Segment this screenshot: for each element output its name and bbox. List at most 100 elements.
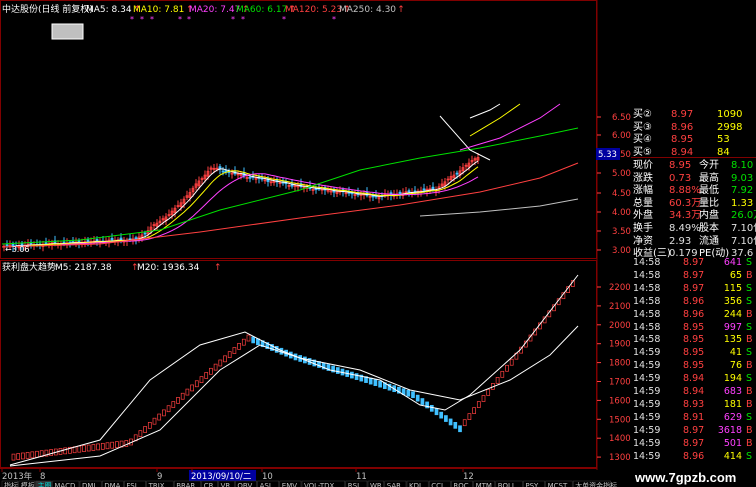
indicator-tab[interactable]: MTM bbox=[473, 480, 496, 487]
indicator-tab-label: SAR bbox=[387, 482, 401, 487]
star-marker: * bbox=[130, 15, 134, 24]
price-axis-label: 5.00 bbox=[612, 169, 631, 179]
indicator-tab[interactable]: VR bbox=[218, 480, 235, 487]
tick-volume: 997 bbox=[723, 321, 742, 333]
indicator-tab-label: DMA bbox=[104, 482, 120, 487]
indicator-tab[interactable]: OBV bbox=[235, 480, 257, 487]
indicator-tab[interactable]: FSL bbox=[124, 480, 146, 487]
sub-bar bbox=[162, 409, 166, 417]
indicator-tab[interactable]: MACD bbox=[52, 480, 80, 487]
toggle-button[interactable] bbox=[51, 23, 84, 40]
indicator-tab[interactable]: VOL-TDX bbox=[301, 480, 346, 487]
sub-bar bbox=[82, 445, 86, 452]
indicator-tab[interactable]: DMI bbox=[79, 480, 102, 487]
svg-text:↑: ↑ bbox=[214, 263, 222, 273]
tick-volume: 414 bbox=[723, 450, 742, 462]
indicator-tab[interactable]: CR bbox=[201, 480, 218, 487]
indicator-tab-label: OBV bbox=[237, 482, 252, 487]
tick-side: S bbox=[746, 373, 753, 385]
sub-axis-label: 1600 bbox=[609, 396, 631, 406]
indicator-tab[interactable]: PSY bbox=[523, 480, 545, 487]
sub-axis-label: 2000 bbox=[609, 321, 631, 331]
tick-price: 8.97 bbox=[683, 282, 705, 294]
tick-side: B bbox=[746, 269, 753, 281]
sub-bar bbox=[232, 347, 237, 354]
indicator-tab-label: BRAR bbox=[176, 482, 195, 487]
tick-side: S bbox=[746, 321, 753, 333]
indicator-tab[interactable]: CCI bbox=[428, 480, 451, 487]
tick-time: 14:59 bbox=[633, 411, 661, 423]
order-book-row: 买② 8.97 1090 bbox=[631, 108, 756, 121]
sub-bar bbox=[429, 404, 434, 412]
indicator-tab[interactable]: ROC bbox=[451, 480, 473, 487]
indicator-tab[interactable]: ASI bbox=[257, 480, 280, 487]
tick-price: 8.96 bbox=[683, 295, 705, 307]
stock-name: 中达股份(日线 前复权) bbox=[2, 3, 93, 15]
sub-bar bbox=[204, 372, 209, 379]
tick-price: 8.95 bbox=[683, 360, 705, 372]
x-axis-label: 9 bbox=[157, 472, 162, 482]
tick-time: 14:59 bbox=[633, 398, 661, 410]
indicator-tab-label: MACD bbox=[54, 482, 75, 487]
indicator-tab[interactable]: MCST bbox=[545, 480, 573, 487]
indicator-tab[interactable]: EMV bbox=[279, 480, 302, 487]
indicator-tab-label: 模板 bbox=[21, 481, 35, 487]
ma-legend-item: MA250: 4.30 bbox=[339, 5, 396, 15]
indicator-tab-label: 主图 bbox=[38, 481, 52, 487]
x-axis-selected-date: 2013/09/10/二 bbox=[191, 472, 252, 482]
indicator-tab[interactable]: KDJ bbox=[406, 480, 429, 487]
tick-price: 8.95 bbox=[683, 334, 705, 346]
sub-bar bbox=[378, 380, 382, 388]
stat-row: 外盘 34.3万内盘 26.0万 bbox=[631, 209, 756, 222]
stat-label: 外盘 bbox=[633, 210, 653, 222]
indicator-tab[interactable]: TRIX bbox=[146, 480, 174, 487]
tick-row: 14:58 8.97 115 S bbox=[631, 283, 756, 295]
sub-bar bbox=[30, 451, 35, 459]
sub-chart-lines bbox=[9, 274, 579, 467]
tick-side: B bbox=[746, 308, 753, 320]
tick-volume: 244 bbox=[723, 308, 742, 320]
indicator-tab[interactable]: SAR bbox=[384, 480, 407, 487]
ma-legend-item: MA10: 7.81 bbox=[133, 5, 184, 15]
sub-axis-label: 1500 bbox=[609, 415, 631, 425]
sub-axis-label: 2100 bbox=[609, 302, 631, 312]
sub-bar bbox=[453, 421, 458, 429]
price-axis-label: 3.50 bbox=[612, 227, 631, 237]
tick-row: 14:58 8.95 135 B bbox=[631, 334, 756, 346]
price-axis-label: 6.00 bbox=[612, 131, 631, 141]
tick-volume: 76 bbox=[729, 360, 742, 372]
tick-volume: 356 bbox=[723, 295, 742, 307]
indicator-tab-label: FSL bbox=[126, 482, 138, 487]
price-axis-label: 3.00 bbox=[612, 246, 631, 256]
tick-volume: 3618 bbox=[717, 424, 742, 436]
sub-chart-m20: M20: 1936.34 bbox=[137, 263, 200, 273]
sub-bar bbox=[166, 405, 171, 413]
indicator-tab[interactable]: WR bbox=[367, 480, 385, 487]
indicator-tab[interactable]: 主图 bbox=[35, 480, 52, 487]
indicator-tab-label: RSI bbox=[348, 482, 359, 487]
tick-side: S bbox=[746, 347, 753, 359]
ma-legend: MA5: 8.34 ↑MA10: 7.81 ↑MA20: 7.47 ↑MA60: 6.… bbox=[86, 5, 405, 15]
indicator-tab[interactable]: 模板 bbox=[18, 480, 35, 487]
sub-chart-m5: M5: 2187.38 bbox=[55, 263, 112, 273]
tick-row: 14:59 8.97 3618 B bbox=[631, 425, 756, 437]
candle-body bbox=[248, 176, 252, 179]
tick-volume: 641 bbox=[723, 257, 742, 268]
tick-volume: 181 bbox=[723, 398, 742, 410]
indicator-tab[interactable]: RSI bbox=[345, 480, 368, 487]
stat-label: 涨跌 bbox=[633, 172, 653, 184]
star-marker: * bbox=[282, 15, 286, 24]
stat-label: 最高 bbox=[699, 172, 719, 184]
tick-price: 8.97 bbox=[683, 257, 705, 268]
indicator-tab[interactable]: BOLL bbox=[495, 480, 523, 487]
indicator-tab[interactable]: 大单资金指标 bbox=[572, 480, 617, 487]
indicator-tab[interactable]: DMA bbox=[101, 480, 124, 487]
price-axis: 6.506.005.505.004.504.003.503.00 bbox=[597, 113, 631, 256]
x-axis-label: 11 bbox=[356, 472, 367, 482]
indicator-tab[interactable]: 指标 bbox=[1, 480, 19, 487]
indicator-tab[interactable]: BRAR bbox=[173, 480, 202, 487]
stat-value: 2.93 bbox=[669, 235, 692, 247]
sub-bar bbox=[227, 351, 232, 359]
stat-label: 涨幅 bbox=[633, 185, 653, 197]
indicator-tab-label: MCST bbox=[548, 482, 568, 487]
